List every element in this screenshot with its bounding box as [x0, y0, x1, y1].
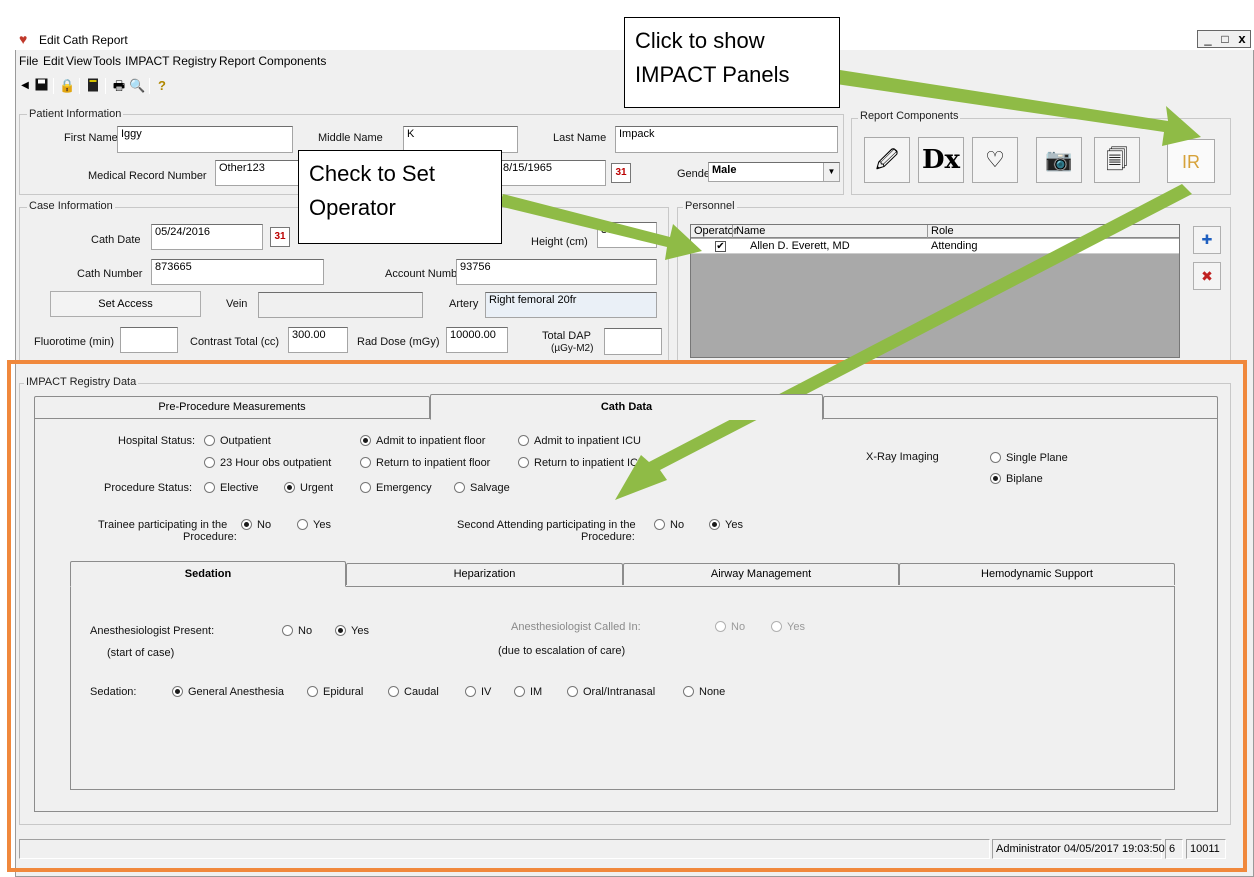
annotation-arrows [499, 70, 1201, 500]
arrow-to-ir-button [836, 70, 1201, 146]
arrow-to-operator-checkbox [499, 194, 702, 260]
callout-set-operator: Check to Set Operator [298, 150, 502, 244]
callout-set-operator-line1: Check to Set [309, 161, 435, 186]
tab-cath-data[interactable]: Cath Data [430, 394, 823, 420]
callout-impact-panels-line2: IMPACT Panels [635, 62, 790, 87]
tab-sedation[interactable]: Sedation [70, 561, 346, 587]
callout-impact-panels-line1: Click to show [635, 28, 765, 53]
callout-set-operator-line2: Operator [309, 195, 396, 220]
arrow-to-cath-data [615, 184, 1192, 500]
callout-impact-panels: Click to show IMPACT Panels [624, 17, 840, 108]
